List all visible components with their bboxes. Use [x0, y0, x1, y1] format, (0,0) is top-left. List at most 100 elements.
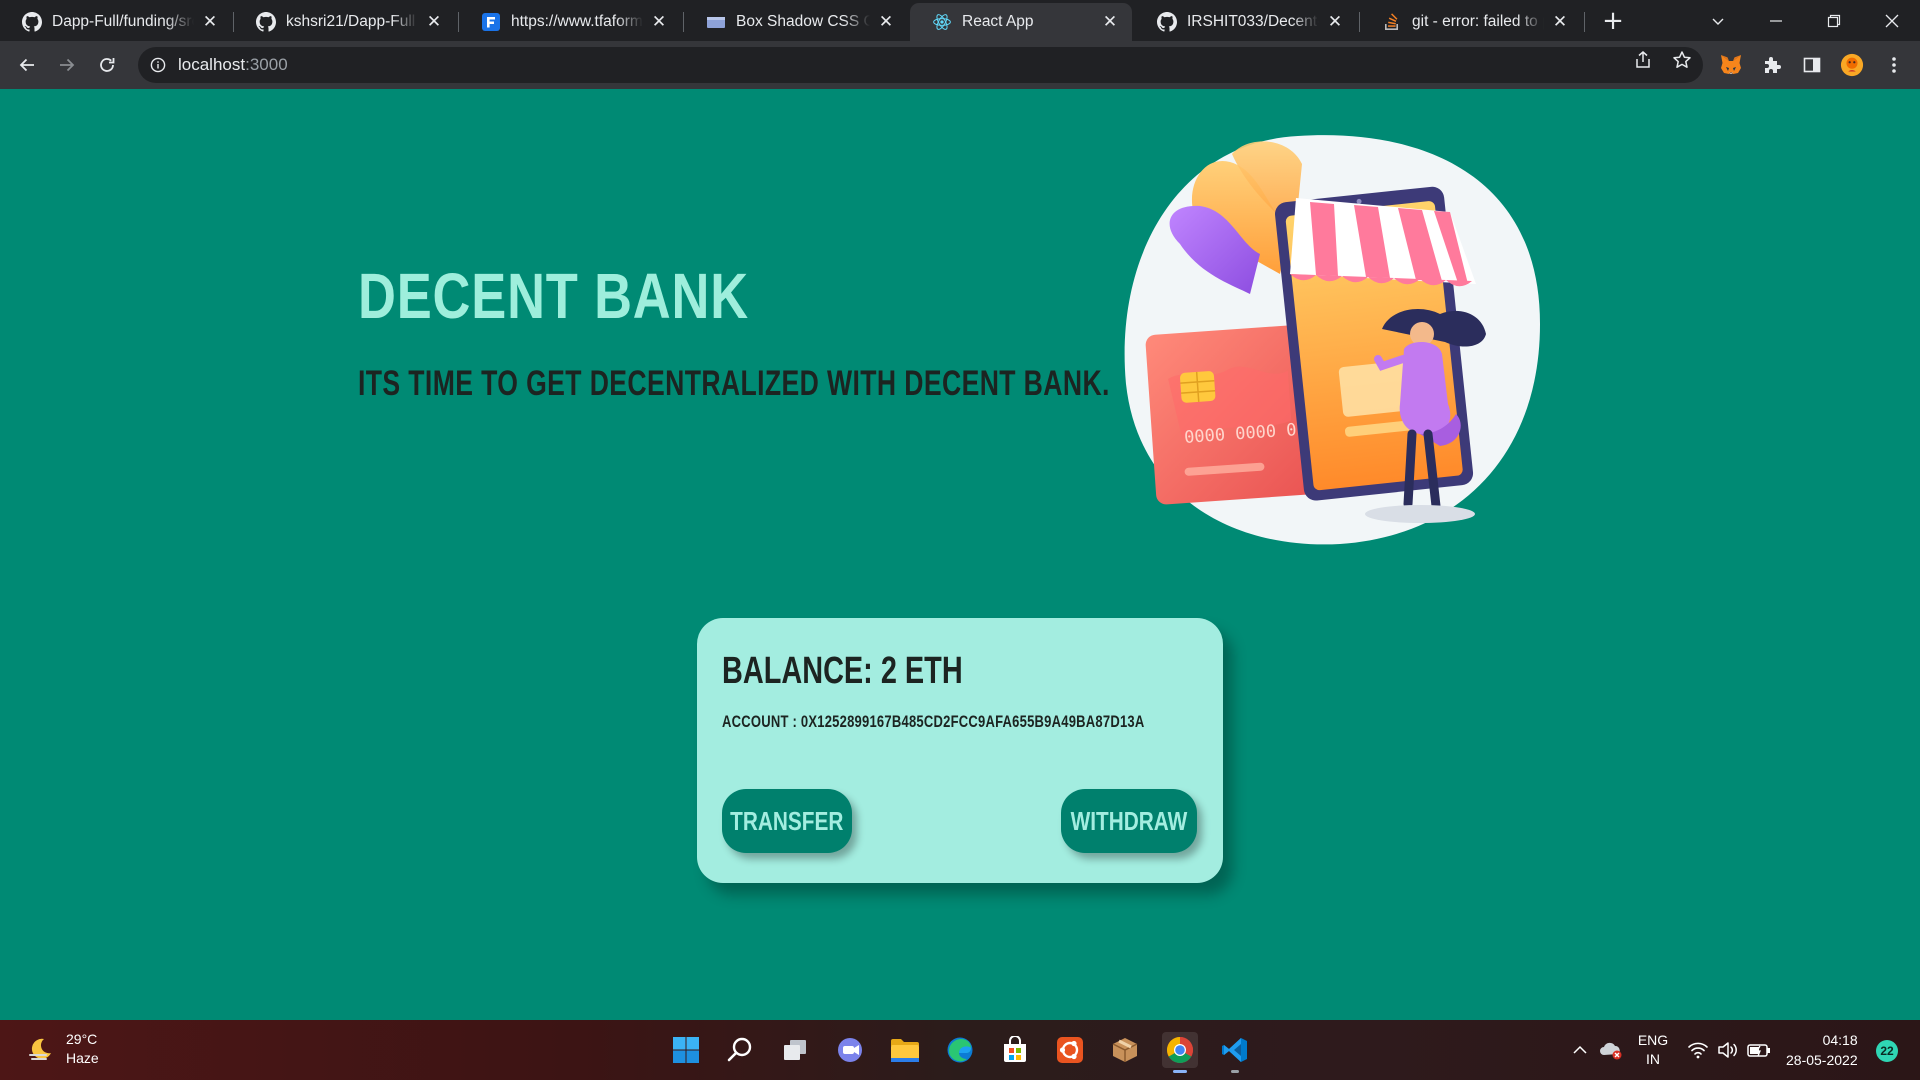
avatar-icon [1840, 53, 1864, 77]
stackoverflow-icon [1382, 12, 1402, 32]
profile-avatar[interactable] [1840, 53, 1864, 77]
bookmark-button[interactable] [1672, 50, 1692, 70]
task-view-icon [784, 1040, 806, 1060]
back-button[interactable] [11, 49, 43, 81]
windows-logo-icon [673, 1037, 699, 1063]
url-text: localhost:3000 [178, 55, 288, 75]
tab-close-icon[interactable]: ✕ [1325, 12, 1345, 32]
input-language-indicator[interactable]: ENG IN [1630, 1032, 1676, 1067]
tab-close-icon[interactable]: ✕ [200, 12, 220, 32]
task-view-button[interactable] [777, 1032, 813, 1068]
weather-temp: 29°C [66, 1031, 98, 1047]
chrome-menu-button[interactable] [1882, 53, 1906, 77]
share-button[interactable] [1633, 50, 1653, 70]
ubuntu-icon [1057, 1037, 1083, 1063]
wifi-status[interactable] [1686, 1034, 1710, 1066]
minimize-button[interactable] [1748, 0, 1804, 41]
chrome-button[interactable] [1162, 1032, 1198, 1073]
chevron-up-icon [1573, 1045, 1587, 1054]
search-icon [727, 1037, 752, 1062]
chevron-down-icon [1712, 18, 1724, 25]
restore-button[interactable] [1806, 0, 1862, 41]
battery-status[interactable] [1746, 1034, 1772, 1066]
notification-count-badge[interactable]: 22 [1876, 1040, 1898, 1062]
tab-close-icon[interactable]: ✕ [1550, 12, 1570, 32]
github-icon [256, 12, 276, 32]
box-app-button[interactable] [1107, 1032, 1143, 1068]
tab-close-icon[interactable]: ✕ [1100, 12, 1120, 32]
balance-text: BALANCE: 2 ETH [722, 650, 963, 692]
tab-close-icon[interactable]: ✕ [876, 12, 896, 32]
volume-status[interactable] [1716, 1034, 1740, 1066]
tab-close-icon[interactable]: ✕ [424, 12, 444, 32]
side-panel-button[interactable] [1800, 53, 1824, 77]
cloud-error-icon [1600, 1042, 1622, 1060]
store-bag-icon [1004, 1036, 1026, 1062]
transfer-button[interactable]: TRANSFER [722, 789, 852, 853]
address-bar[interactable]: localhost:3000 [138, 47, 1703, 83]
tab-title: IRSHIT033/Decent-Ba [1187, 13, 1319, 30]
withdraw-button-label: WITHDRAW [1070, 805, 1188, 836]
star-icon [1673, 51, 1691, 68]
tab-decent-bank-repo[interactable]: IRSHIT033/Decent-Ba ✕ [1135, 3, 1357, 41]
tab-title: Box Shadow CSS Gen [736, 13, 870, 30]
metamask-extension[interactable] [1719, 53, 1743, 77]
github-icon [1157, 12, 1177, 32]
battery-charging-icon [1747, 1044, 1770, 1057]
onedrive-tray-icon[interactable] [1598, 1034, 1624, 1066]
arrow-left-icon [19, 58, 34, 72]
vscode-button[interactable] [1217, 1032, 1253, 1073]
react-icon [932, 12, 952, 32]
extensions-button[interactable] [1760, 53, 1784, 77]
page-icon [706, 12, 726, 32]
metamask-fox-icon [1721, 55, 1741, 74]
store-button[interactable] [997, 1032, 1033, 1068]
browser-toolbar: localhost:3000 [0, 41, 1920, 89]
close-icon [1885, 14, 1899, 27]
chat-icon [838, 1038, 862, 1062]
browser-tab-strip: Dapp-Full/funding/src ✕ kshsri21/Dapp-Fu… [0, 0, 1920, 41]
share-icon [1636, 51, 1650, 68]
transfer-button-label: TRANSFER [730, 805, 844, 836]
tab-title: git - error: failed to pu [1412, 13, 1544, 30]
weather-condition: Haze [66, 1050, 99, 1066]
tab-dapp-full[interactable]: kshsri21/Dapp-Full ✕ [234, 3, 456, 41]
edge-browser-icon [947, 1037, 973, 1063]
search-button[interactable] [722, 1032, 758, 1068]
new-tab-button[interactable]: + [1598, 6, 1628, 36]
tab-divider [1584, 12, 1585, 32]
moon-haze-icon [29, 1038, 51, 1060]
app-tagline: ITS TIME TO GET DECENTRALIZED WITH DECEN… [358, 364, 1110, 403]
file-explorer-button[interactable] [887, 1032, 923, 1068]
running-indicator [1231, 1070, 1239, 1073]
tab-dapp-funding[interactable]: Dapp-Full/funding/src ✕ [0, 3, 232, 41]
tab-tfaforms[interactable]: https://www.tfaforms. ✕ [459, 3, 681, 41]
tab-git-error[interactable]: git - error: failed to pu ✕ [1360, 3, 1582, 41]
tab-close-icon[interactable]: ✕ [649, 12, 669, 32]
url-port: :3000 [245, 55, 288, 74]
forward-button[interactable] [51, 49, 83, 81]
tab-search-button[interactable] [1690, 0, 1746, 41]
tab-box-shadow[interactable]: Box Shadow CSS Gen ✕ [684, 3, 908, 41]
language-code: ENG [1637, 1032, 1669, 1048]
start-button[interactable] [668, 1032, 704, 1068]
side-panel-icon [1803, 57, 1821, 73]
edge-button[interactable] [942, 1032, 978, 1068]
app-viewport: DECENT BANK ITS TIME TO GET DECENTRALIZE… [0, 89, 1920, 1020]
weather-widget[interactable]: 29°C Haze [26, 1030, 99, 1068]
reload-button[interactable] [91, 49, 123, 81]
withdraw-button[interactable]: WITHDRAW [1061, 789, 1197, 853]
arrow-right-icon [60, 58, 75, 72]
package-box-icon [1112, 1038, 1138, 1062]
minimize-icon [1770, 19, 1782, 22]
tab-react-app[interactable]: React App ✕ [910, 3, 1132, 41]
site-info-icon[interactable] [150, 57, 166, 73]
show-hidden-icons-button[interactable] [1568, 1034, 1592, 1066]
tab-title: React App [962, 13, 1034, 30]
teams-chat-button[interactable] [832, 1032, 868, 1068]
formassembly-icon [481, 12, 501, 32]
close-window-button[interactable] [1864, 0, 1920, 41]
system-clock[interactable]: 04:18 28-05-2022 [1786, 1030, 1858, 1070]
ubuntu-button[interactable] [1052, 1032, 1088, 1068]
folder-icon [891, 1039, 919, 1062]
